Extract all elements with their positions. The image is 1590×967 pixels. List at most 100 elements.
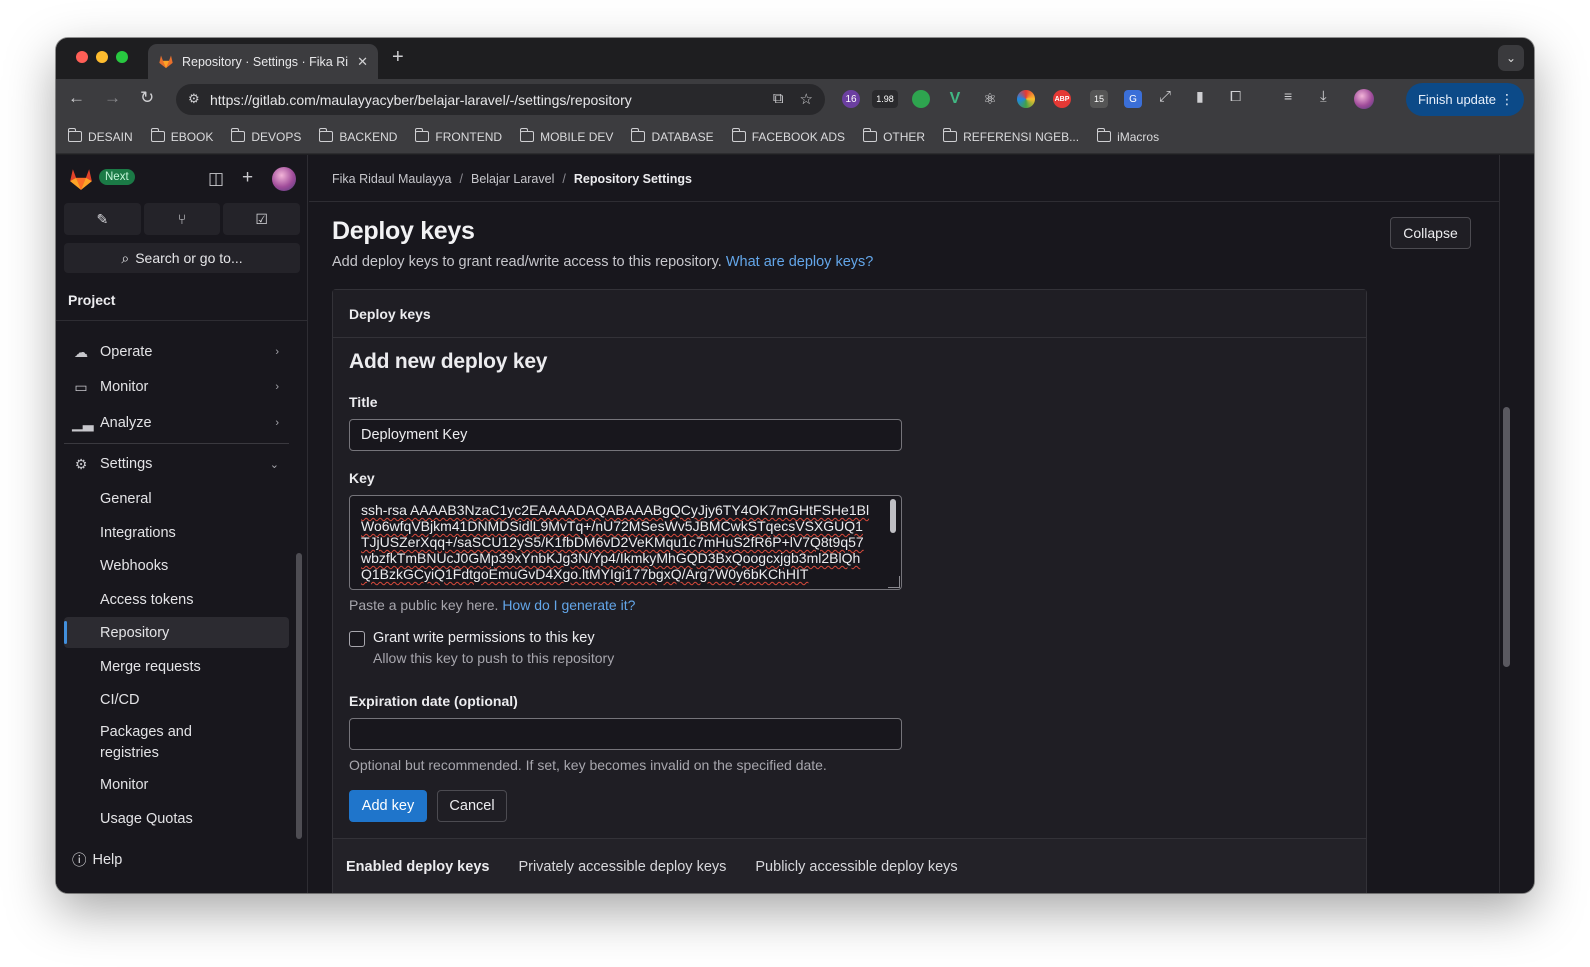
sidebar-subitem-packages-registries[interactable]: Packages and registries [64, 721, 244, 765]
maximize-window-button[interactable] [116, 51, 128, 63]
textarea-resize-handle[interactable] [888, 576, 900, 588]
section-title: Deploy keys [332, 217, 475, 245]
create-new-icon[interactable]: + [242, 167, 253, 189]
user-avatar[interactable] [272, 167, 296, 191]
tab-search-chevron-icon[interactable]: ⌄ [1498, 45, 1524, 71]
sidebar-subitem-general[interactable]: General [64, 483, 289, 514]
chevron-right-icon: › [275, 346, 279, 358]
tab-public-deploy-keys[interactable]: Publicly accessible deploy keys [755, 859, 957, 875]
sidebar-item-operate[interactable]: ☁ Operate › [64, 336, 289, 368]
bookmark-folder[interactable]: MOBILE DEV [520, 128, 613, 144]
bookmark-folder[interactable]: BACKEND [319, 128, 397, 144]
write-permission-checkbox[interactable] [349, 631, 365, 647]
bookmark-folder[interactable]: FRONTEND [415, 128, 502, 144]
sidebar-shortcuts: ✎ ⑂ ☑ [64, 203, 301, 235]
back-arrow-icon[interactable]: ← [68, 88, 85, 108]
help-circle-icon: ⓘ [72, 853, 87, 869]
minimize-window-button[interactable] [96, 51, 108, 63]
bookmark-folder[interactable]: iMacros [1097, 128, 1159, 144]
breadcrumb-project[interactable]: Belajar Laravel [471, 172, 554, 186]
finish-update-button[interactable]: Finish update ⋮ [1405, 83, 1524, 116]
key-textarea[interactable]: ssh-rsa AAAAB3NzaC1yc2EAAAADAQABAAABgQCy… [349, 495, 902, 590]
expiration-help-text: Optional but recommended. If set, key be… [349, 757, 827, 773]
breadcrumb-owner[interactable]: Fika Ridaul Maulayya [332, 172, 452, 186]
sidebar-scrollbar[interactable] [296, 553, 302, 839]
todos-icon[interactable]: ☑ [223, 203, 301, 235]
breadcrumb-current[interactable]: Repository Settings [574, 172, 692, 186]
bookmark-folder[interactable]: EBOOK [150, 128, 213, 144]
folder-icon [631, 128, 646, 142]
more-vertical-icon[interactable]: ⋮ [1500, 91, 1514, 108]
address-bar[interactable]: ⚙ https://gitlab.com/maulayyacyber/belaj… [176, 84, 825, 115]
new-tab-icon[interactable]: + [392, 46, 404, 69]
next-badge[interactable]: Next [99, 169, 135, 185]
tab-private-deploy-keys[interactable]: Privately accessible deploy keys [518, 859, 726, 875]
gitlab-logo-icon[interactable] [68, 167, 94, 191]
extension-badge-15[interactable]: 15 [1090, 90, 1108, 108]
extension-vue-icon[interactable]: V [946, 90, 964, 108]
bookmark-folder[interactable]: REFERENSI NGEB... [943, 128, 1079, 144]
extension-doc-icon[interactable]: ▮ [1196, 88, 1204, 105]
sidebar-subitem-cicd[interactable]: CI/CD [64, 684, 289, 715]
extension-badge-1.98[interactable]: 1.98 [872, 90, 898, 108]
bookmark-star-icon[interactable]: ☆ [800, 90, 813, 108]
collapse-button[interactable]: Collapse [1390, 217, 1471, 249]
sidebar-toggle-icon[interactable]: ◫ [208, 169, 224, 189]
bookmark-folder[interactable]: FACEBOOK ADS [731, 128, 845, 144]
sidebar-subitem-webhooks[interactable]: Webhooks [64, 550, 289, 581]
issues-icon[interactable]: ✎ [64, 203, 141, 235]
url-text[interactable]: https://gitlab.com/maulayyacyber/belajar… [210, 92, 632, 108]
sidebar-item-analyze[interactable]: ▁▃ Analyze › [64, 407, 289, 439]
help-button[interactable]: ⓘ Help [72, 849, 122, 870]
bookmark-folder[interactable]: DEVOPS [231, 128, 301, 144]
folder-icon [231, 128, 246, 142]
chevron-down-icon: ⌄ [269, 458, 279, 471]
add-key-button[interactable]: Add key [349, 790, 427, 822]
cancel-button[interactable]: Cancel [437, 790, 507, 822]
sidebar-item-settings[interactable]: ⚙ Settings ⌄ [64, 448, 289, 480]
extension-translate-icon[interactable]: G [1124, 90, 1142, 108]
textarea-scrollbar[interactable] [890, 499, 896, 533]
profile-avatar[interactable] [1354, 89, 1374, 109]
extension-resize-icon[interactable]: ⤢ [1159, 88, 1171, 105]
sidebar-subitem-repository[interactable]: Repository [64, 617, 289, 648]
extension-badge-16[interactable]: 16 [842, 90, 860, 108]
sidebar-item-monitor[interactable]: ▭ Monitor › [64, 371, 289, 403]
sidebar-subitem-merge-requests[interactable]: Merge requests [64, 651, 289, 682]
write-permission-help: Allow this key to push to this repositor… [373, 650, 615, 666]
sidebar-subitem-monitor[interactable]: Monitor [64, 769, 289, 800]
extension-green-dot-icon[interactable] [912, 90, 930, 108]
reload-icon[interactable]: ↻ [140, 88, 154, 108]
write-permission-label[interactable]: Grant write permissions to this key [373, 630, 595, 646]
tab-enabled-deploy-keys[interactable]: Enabled deploy keys [346, 859, 489, 875]
merge-requests-icon[interactable]: ⑂ [143, 203, 221, 235]
sidebar-subitem-access-tokens[interactable]: Access tokens [64, 584, 289, 615]
expiration-date-input[interactable] [349, 718, 902, 750]
bookmarks-bar: DESAIN EBOOK DEVOPS BACKEND FRONTEND MOB… [56, 120, 1534, 154]
chevron-right-icon: › [275, 381, 279, 393]
title-input[interactable]: Deployment Key [349, 419, 902, 451]
tab-close-icon[interactable]: ✕ [357, 54, 368, 70]
open-external-icon[interactable]: ⧉ [773, 90, 784, 108]
what-are-deploy-keys-link[interactable]: What are deploy keys? [726, 254, 874, 270]
sidebar-subitem-usage-quotas[interactable]: Usage Quotas [64, 803, 289, 834]
bookmark-folder[interactable]: DATABASE [631, 128, 714, 144]
how-to-generate-link[interactable]: How do I generate it? [502, 597, 635, 613]
settings-gear-icon: ⚙ [74, 455, 88, 472]
extension-react-icon[interactable]: ⚛ [981, 90, 999, 108]
sidebar-subitem-integrations[interactable]: Integrations [64, 517, 289, 548]
forward-arrow-icon[interactable]: → [104, 88, 121, 108]
close-window-button[interactable] [76, 51, 88, 63]
extensions-puzzle-icon[interactable]: ⧠ [1230, 88, 1241, 105]
bookmark-folder[interactable]: DESAIN [68, 128, 133, 144]
breadcrumb-separator: / [459, 172, 463, 186]
browser-tab-active[interactable]: Repository · Settings · Fika Ri ✕ [148, 44, 378, 79]
extension-colorful-ring-icon[interactable] [1017, 90, 1035, 108]
download-icon[interactable]: ⤓ [1320, 88, 1327, 105]
sidebar-search-button[interactable]: ⌕ Search or go to... [64, 243, 300, 273]
page-scrollbar[interactable] [1503, 407, 1510, 667]
reading-list-icon[interactable]: ≡ [1284, 88, 1292, 104]
site-settings-icon[interactable]: ⚙ [188, 91, 200, 107]
bookmark-folder[interactable]: OTHER [863, 128, 925, 144]
extension-abp-icon[interactable]: ABP [1053, 90, 1071, 108]
